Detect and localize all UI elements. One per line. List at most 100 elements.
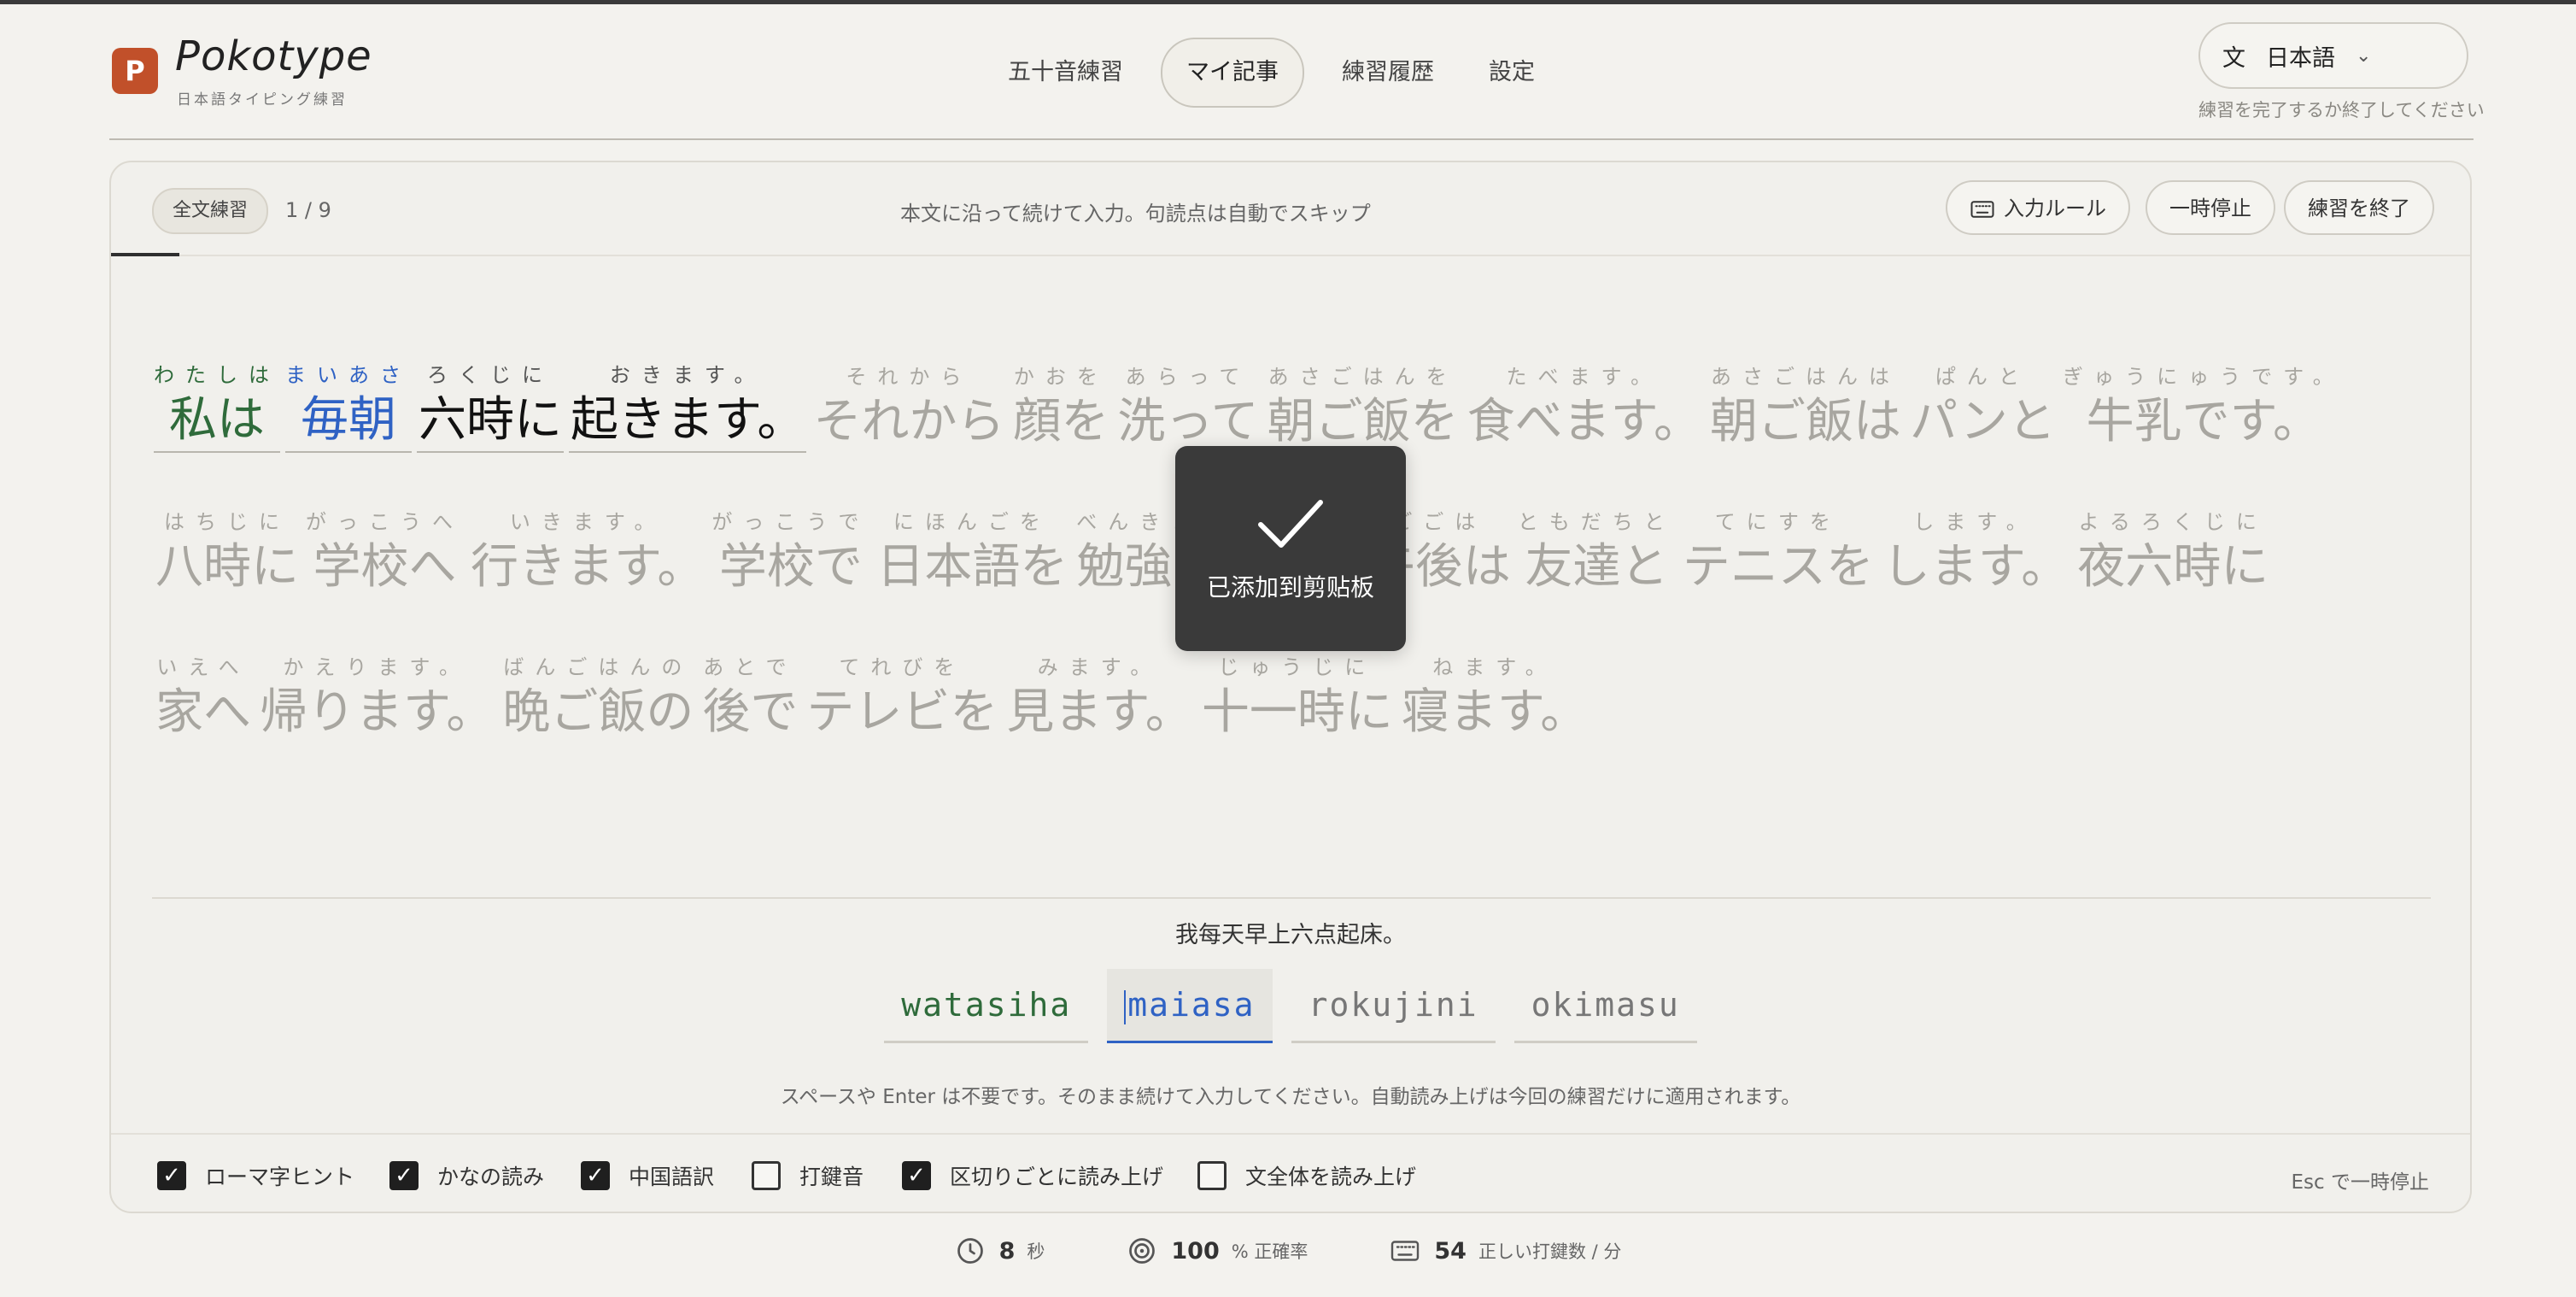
word-unit: がっこうで 学校で <box>711 505 869 598</box>
mode-badge: 全文練習 <box>152 188 269 234</box>
checkbox-read-segments[interactable]: ✓ <box>902 1161 931 1190</box>
option-chinese-translation[interactable]: ✓ 中国語訳 <box>581 1160 714 1191</box>
time-value: 8 <box>998 1237 1016 1265</box>
app-tagline: 日本語タイピング練習 <box>177 91 348 109</box>
furigana: みます。 <box>1037 655 1162 679</box>
nav-gojuon[interactable]: 五十音練習 <box>991 39 1140 106</box>
furigana: それから <box>846 365 973 389</box>
word-text: 見ます。 <box>1006 684 1193 740</box>
word-text: 日本語を <box>876 539 1068 595</box>
word-unit: いえへ 家へ <box>154 650 253 743</box>
header-divider <box>109 138 2474 140</box>
language-icon: 文 <box>2222 44 2245 72</box>
furigana: いきます。 <box>509 510 666 534</box>
word-text: 牛乳です。 <box>2086 394 2321 449</box>
speed-unit: 正しい打鍵数 / 分 <box>1478 1241 1622 1262</box>
nav-settings[interactable]: 設定 <box>1472 39 1552 106</box>
word-unit: がっこうへ 学校へ <box>306 505 464 598</box>
furigana: てにすを <box>1714 510 1841 534</box>
clock-icon <box>957 1238 983 1264</box>
word-unit: ともだちと 友達と <box>1518 505 1676 598</box>
option-label: かなの読み <box>437 1165 545 1189</box>
input-hint: スペースや Enter は不要です。そのまま続けて入力してください。自動読み上げ… <box>780 1086 1801 1108</box>
word-unit: かおを 顔を <box>1011 360 1110 453</box>
romaji-word: okimasu <box>1513 969 1697 1043</box>
word-unit: あらって 洗って <box>1115 360 1260 453</box>
furigana: かおを <box>1013 365 1109 389</box>
furigana: じゅうじに <box>1218 655 1377 679</box>
word-text: 行きます。 <box>471 539 705 595</box>
checkbox-romaji-hint[interactable]: ✓ <box>157 1161 186 1190</box>
furigana: ねます。 <box>1432 655 1557 679</box>
nav-my-articles[interactable]: マイ記事 <box>1161 38 1304 108</box>
word-text: 友達と <box>1525 539 1669 595</box>
word-text: 寝ます。 <box>1401 684 1589 740</box>
option-label: 文全体を読み上げ <box>1245 1165 1417 1189</box>
option-key-sound[interactable]: 打鍵音 <box>752 1160 864 1191</box>
option-label: 中国語訳 <box>629 1165 715 1189</box>
finish-button[interactable]: 練習を終了 <box>2284 180 2434 235</box>
checkbox-key-sound[interactable] <box>752 1161 781 1190</box>
language-label: 日本語 <box>2266 44 2335 72</box>
practice-instruction: 本文に沿って続けて入力。句読点は自動でスキップ <box>900 202 1371 226</box>
input-rules-label: 入力ルール <box>2004 197 2106 220</box>
checkbox-read-full[interactable] <box>1197 1161 1227 1190</box>
option-read-segments[interactable]: ✓ 区切りごとに読み上げ <box>902 1160 1163 1191</box>
furigana: がっこうで <box>711 510 870 534</box>
option-read-full[interactable]: 文全体を読み上げ <box>1197 1160 1416 1191</box>
word-text: テニスを <box>1682 539 1874 595</box>
check-icon <box>1258 500 1323 548</box>
word-text: 家へ <box>155 684 251 740</box>
practice-panel: 全文練習 1 / 9 本文に沿って続けて入力。句読点は自動でスキップ 入力ルール… <box>109 161 2472 1213</box>
option-label: 打鍵音 <box>799 1165 864 1189</box>
checkbox-kana-reading[interactable]: ✓ <box>389 1161 419 1190</box>
passage-line: わたしは 私は まいあさ 毎朝 ろくじに 六時に おきます。 起きます。 それから それから かおを… <box>154 308 2426 453</box>
word-text: テレビを <box>806 684 998 740</box>
furigana: ろくじに <box>427 363 553 387</box>
word-unit: ねます。 寝ます。 <box>1400 650 1590 743</box>
word-unit: てにすを テニスを <box>1681 505 1876 598</box>
pause-button[interactable]: 一時停止 <box>2146 180 2275 235</box>
option-romaji-hint[interactable]: ✓ ローマ字ヒント <box>157 1160 354 1191</box>
option-label: ローマ字ヒント <box>205 1165 355 1189</box>
word-unit: ばんごはんの晩ご飯の <box>501 650 695 743</box>
word-unit: わたしは 私は <box>154 358 280 453</box>
logo-icon: P <box>112 48 158 94</box>
word-text: 晩ご飯の <box>502 684 694 740</box>
word-text: 学校で <box>718 539 863 595</box>
nav-history[interactable]: 練習履歴 <box>1325 39 1451 106</box>
toast-message: 已添加到剪贴板 <box>1206 573 1374 602</box>
word-unit: はちじに 八時に <box>154 505 301 598</box>
word-text: 私は <box>169 392 265 448</box>
furigana: ぱんと <box>1935 365 2030 389</box>
romaji-word: rokujini <box>1291 969 1496 1043</box>
keyboard-icon <box>1391 1241 1420 1261</box>
word-unit: よるろくじに 夜六時に <box>2075 505 2270 598</box>
sentence-counter: 1 / 9 <box>285 198 331 222</box>
word-text: します。 <box>1882 539 2070 595</box>
romaji-word: maiasa <box>1107 969 1273 1043</box>
furigana: あさごはんは <box>1711 365 1901 389</box>
input-rules-button[interactable]: 入力ルール <box>1946 180 2130 235</box>
furigana: にほんごを <box>893 510 1051 534</box>
app-name[interactable]: Pokotype <box>175 32 372 80</box>
word-text: 顔を <box>1013 394 1109 449</box>
romaji-input-row[interactable]: watasiha maiasa rokujini okimasu <box>111 969 2470 1043</box>
word-text: 朝ご飯を <box>1267 394 1459 449</box>
word-unit: たべます。 食べます。 <box>1466 360 1703 453</box>
word-unit: かえります。 帰ります。 <box>258 650 495 743</box>
stat-time: 8 秒 <box>955 1235 1045 1266</box>
option-kana-reading[interactable]: ✓ かなの読み <box>389 1160 544 1191</box>
checkbox-chinese-translation[interactable]: ✓ <box>581 1161 610 1190</box>
stat-accuracy: 100 % 正確率 <box>1127 1235 1308 1266</box>
word-unit: てれびを テレビを <box>805 650 999 743</box>
word-unit: じゅうじに 十一時に <box>1200 650 1395 743</box>
word-unit: ろくじに 六時に <box>417 358 564 453</box>
keyboard-icon <box>1970 201 1994 218</box>
language-selector[interactable]: 文 日本語 ⌄ <box>2198 22 2468 89</box>
furigana: ばんごはんの <box>503 655 694 679</box>
target-icon <box>1129 1238 1156 1264</box>
word-unit: にほんごを 日本語を <box>875 505 1069 598</box>
word-unit: あさごはんを 朝ご飯を <box>1266 360 1461 453</box>
word-text: 起きます。 <box>571 392 805 448</box>
